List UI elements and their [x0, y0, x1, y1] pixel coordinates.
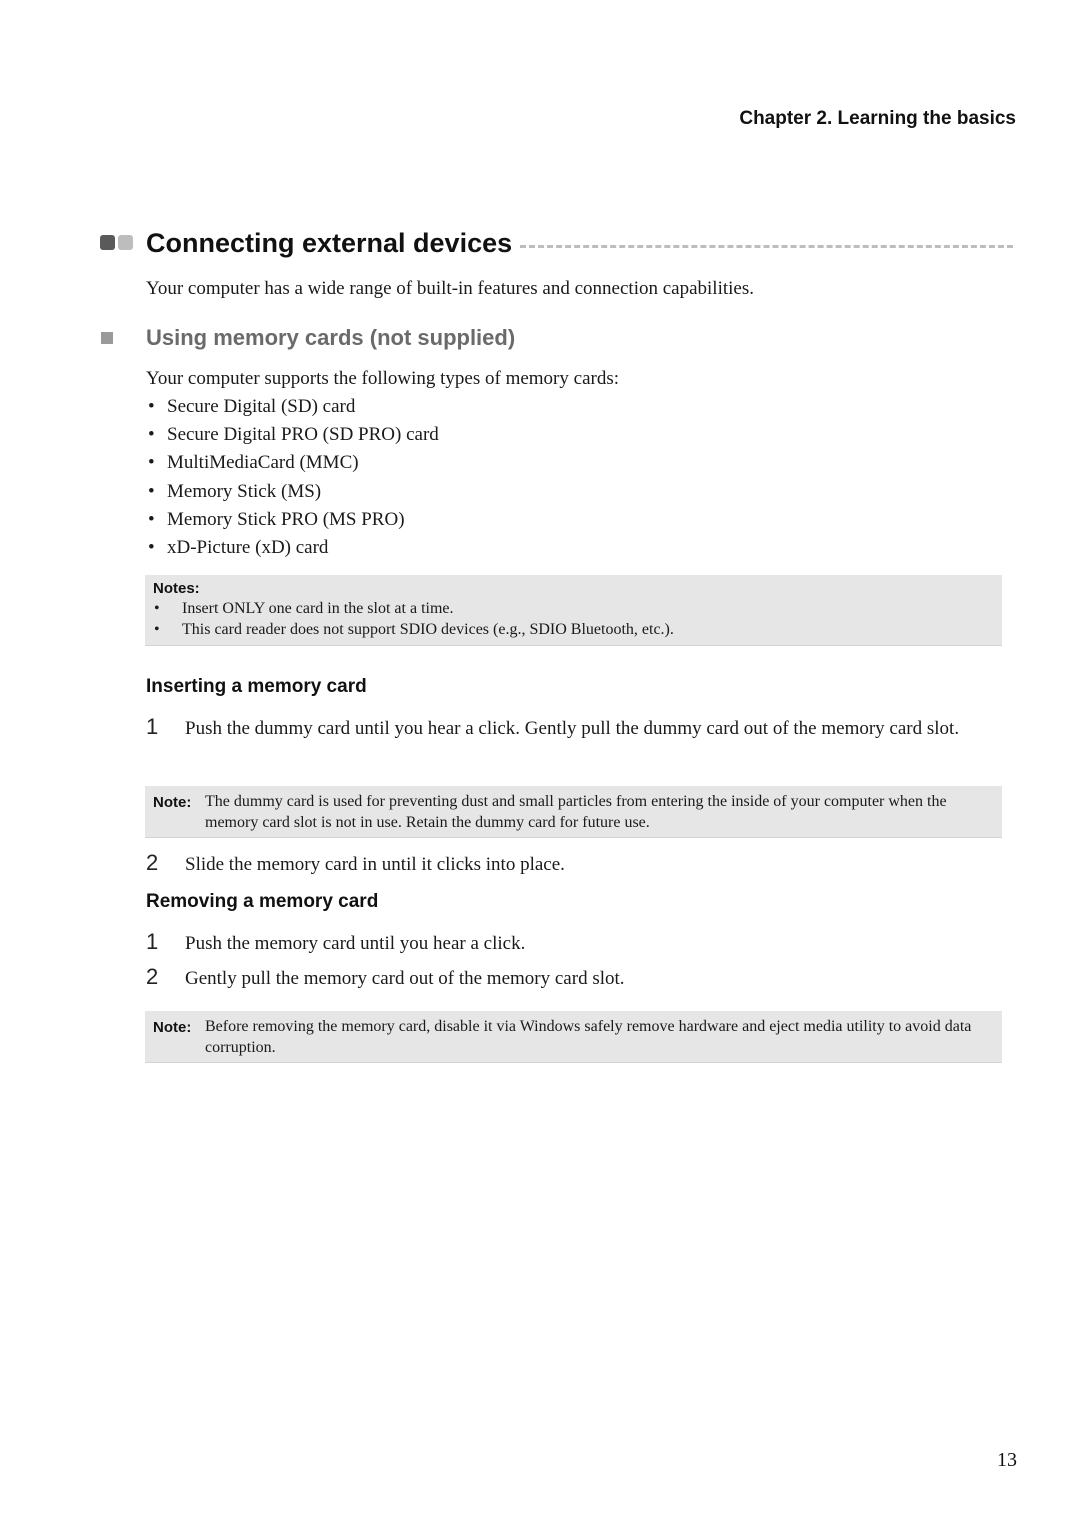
inserting-note-box: Note: The dummy card is used for prevent… — [145, 786, 1002, 838]
step-number: 1 — [146, 929, 159, 954]
step-text: Push the memory card until you hear a cl… — [185, 933, 526, 954]
note-content: Note: The dummy card is used for prevent… — [145, 791, 982, 833]
step-text: Push the dummy card until you hear a cli… — [185, 718, 960, 739]
list-item: Secure Digital PRO (SD PRO) card — [146, 422, 439, 450]
list-item: MultiMediaCard (MMC) — [146, 450, 439, 478]
note-label: Note: — [153, 794, 192, 811]
subsection-square-icon — [101, 332, 113, 344]
removing-heading: Removing a memory card — [146, 891, 379, 912]
inserting-step-2: 2 Slide the memory card in until it clic… — [146, 850, 966, 878]
note-text: Before removing the memory card, disable… — [205, 1018, 972, 1056]
dark-square-icon — [100, 235, 115, 250]
removing-note-box: Note: Before removing the memory card, d… — [145, 1011, 1002, 1063]
note-text: The dummy card is used for preventing du… — [205, 793, 947, 831]
light-square-icon — [118, 235, 133, 250]
subsection-intro: Your computer supports the following typ… — [146, 368, 620, 389]
notes-label: Notes: — [153, 580, 200, 597]
step-number: 1 — [146, 714, 159, 739]
notes-box: Notes: Insert ONLY one card in the slot … — [145, 575, 1002, 646]
step-text: Gently pull the memory card out of the m… — [185, 968, 625, 989]
list-item: Memory Stick (MS) — [146, 479, 439, 507]
subsection-title: Using memory cards (not supplied) — [146, 325, 516, 350]
step-number: 2 — [146, 850, 159, 875]
note-content: Note: Before removing the memory card, d… — [145, 1016, 994, 1058]
removing-step-2: 2 Gently pull the memory card out of the… — [146, 964, 966, 992]
list-item: Secure Digital (SD) card — [146, 394, 439, 422]
step-text: Slide the memory card in until it clicks… — [185, 854, 565, 875]
section-bullet-icon — [100, 235, 136, 253]
section-divider — [520, 245, 1013, 248]
step-number: 2 — [146, 964, 159, 989]
inserting-step-1: 1 Push the dummy card until you hear a c… — [146, 714, 966, 742]
note-item: This card reader does not support SDIO d… — [145, 619, 994, 640]
section-title: Connecting external devices — [146, 228, 513, 258]
removing-step-1: 1 Push the memory card until you hear a … — [146, 929, 966, 957]
chapter-header: Chapter 2. Learning the basics — [739, 108, 1016, 129]
inserting-heading: Inserting a memory card — [146, 676, 367, 697]
section-intro: Your computer has a wide range of built-… — [146, 278, 754, 299]
list-item: xD-Picture (xD) card — [146, 535, 439, 563]
memory-card-list: Secure Digital (SD) card Secure Digital … — [146, 394, 439, 563]
note-label: Note: — [153, 1019, 192, 1036]
note-item: Insert ONLY one card in the slot at a ti… — [145, 598, 994, 619]
list-item: Memory Stick PRO (MS PRO) — [146, 507, 439, 535]
page-number: 13 — [997, 1449, 1017, 1471]
